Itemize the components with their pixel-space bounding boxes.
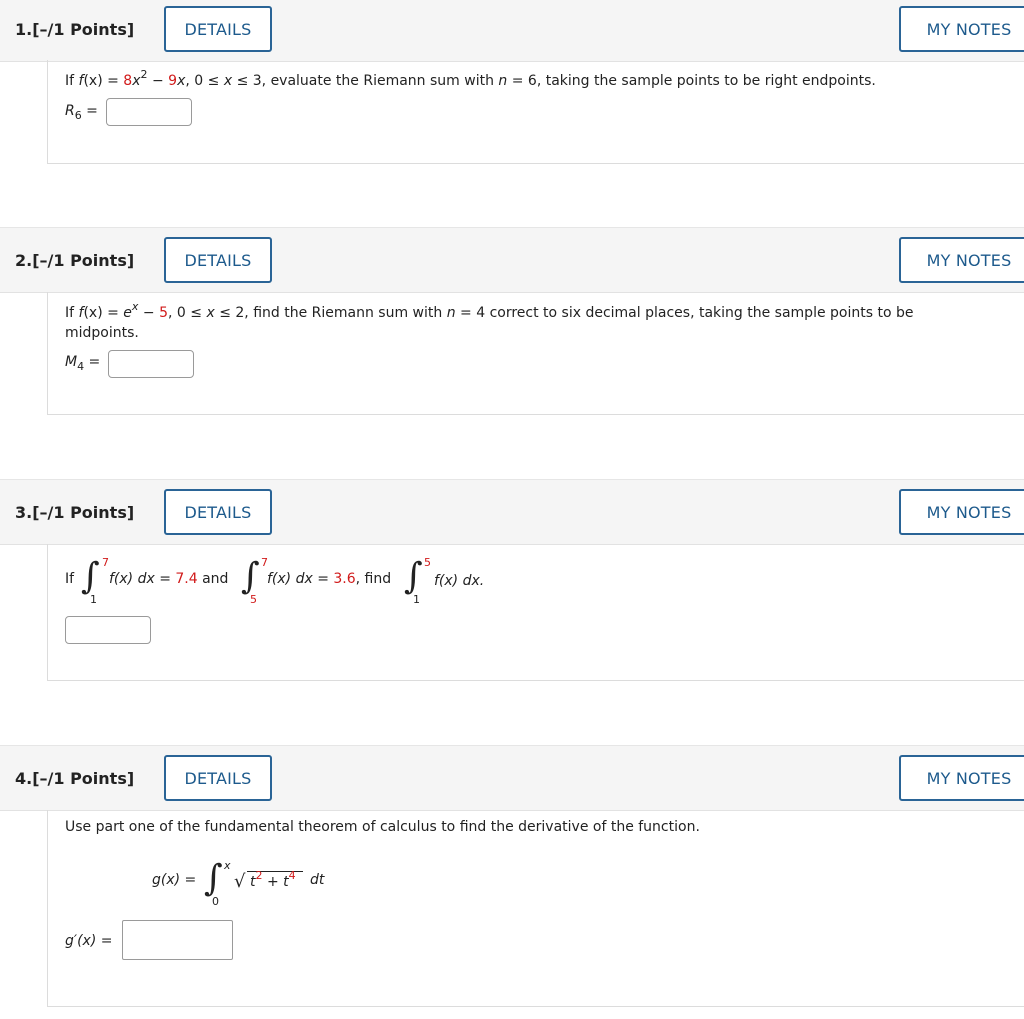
question-3-if: If bbox=[65, 571, 75, 587]
question-1-title: 1. [–/1 Points] bbox=[15, 19, 135, 39]
integral-upper-limit: x bbox=[224, 859, 231, 872]
answer-input-m4[interactable] bbox=[108, 350, 194, 378]
question-2-text-line2: midpoints. bbox=[65, 325, 139, 341]
details-button[interactable]: DETAILS bbox=[164, 6, 272, 52]
answer-input-r6[interactable] bbox=[106, 98, 192, 126]
question-1-text: If f(x) = 8x2 − 9x, 0 ≤ x ≤ 3, evaluate … bbox=[65, 68, 876, 89]
integral-1-lower: 1 bbox=[90, 593, 97, 606]
question-3-title: 3. [–/1 Points] bbox=[15, 502, 135, 522]
my-notes-button[interactable]: MY NOTES bbox=[899, 489, 1024, 535]
integrand: t2 + t4 bbox=[250, 869, 296, 890]
answer-label-m4: M4 = bbox=[65, 354, 101, 373]
details-button[interactable]: DETAILS bbox=[164, 489, 272, 535]
integral-3-lower: 1 bbox=[413, 593, 420, 606]
integral-2-upper: 7 bbox=[261, 556, 268, 569]
question-1-body: If f(x) = 8x2 − 9x, 0 ≤ x ≤ 3, evaluate … bbox=[47, 60, 1024, 164]
question-1-header: 1. [–/1 Points] DETAILS MY NOTES bbox=[0, 0, 1024, 62]
question-4-header: 4. [–/1 Points] DETAILS MY NOTES bbox=[0, 745, 1024, 811]
integral-sign: ∫ bbox=[204, 858, 223, 899]
integral-sign: ∫ bbox=[241, 556, 260, 597]
my-notes-button[interactable]: MY NOTES bbox=[899, 6, 1024, 52]
answer-input-gprime[interactable] bbox=[122, 920, 233, 960]
question-3-header: 3. [–/1 Points] DETAILS MY NOTES bbox=[0, 479, 1024, 545]
my-notes-button[interactable]: MY NOTES bbox=[899, 755, 1024, 801]
integral-1-upper: 7 bbox=[102, 556, 109, 569]
answer-label-gprime: g′(x) = bbox=[65, 933, 113, 949]
integral-2-lower: 5 bbox=[250, 593, 257, 606]
function-g-label: g(x) = bbox=[152, 872, 197, 888]
details-button[interactable]: DETAILS bbox=[164, 237, 272, 283]
integral-sign: ∫ bbox=[404, 556, 423, 597]
question-3-body: If ∫ 7 1 f(x) dx = 7.4 and ∫ 7 5 f(x) dx… bbox=[47, 544, 1024, 681]
integral-3-upper: 5 bbox=[424, 556, 431, 569]
question-4-title: 4. [–/1 Points] bbox=[15, 768, 135, 788]
integral-3-expression: f(x) dx. bbox=[434, 573, 485, 589]
question-2-body: If f(x) = ex − 5, 0 ≤ x ≤ 2, find the Ri… bbox=[47, 292, 1024, 415]
sqrt-icon: √ bbox=[234, 871, 246, 892]
answer-label-r6: R6 = bbox=[65, 103, 98, 122]
differential: dt bbox=[310, 872, 325, 888]
integral-2-expression: f(x) dx = 3.6, find bbox=[267, 571, 392, 587]
question-4-body: Use part one of the fundamental theorem … bbox=[47, 810, 1024, 1007]
question-2-title: 2. [–/1 Points] bbox=[15, 250, 135, 270]
question-4-instruction: Use part one of the fundamental theorem … bbox=[65, 819, 700, 835]
my-notes-button[interactable]: MY NOTES bbox=[899, 237, 1024, 283]
question-2-header: 2. [–/1 Points] DETAILS MY NOTES bbox=[0, 227, 1024, 293]
answer-input-q3[interactable] bbox=[65, 616, 151, 644]
integral-lower-limit: 0 bbox=[212, 895, 219, 908]
details-button[interactable]: DETAILS bbox=[164, 755, 272, 801]
integral-sign: ∫ bbox=[81, 556, 100, 597]
integral-1-expression: f(x) dx = 7.4 and bbox=[109, 571, 229, 587]
question-2-text: If f(x) = ex − 5, 0 ≤ x ≤ 2, find the Ri… bbox=[65, 300, 914, 321]
